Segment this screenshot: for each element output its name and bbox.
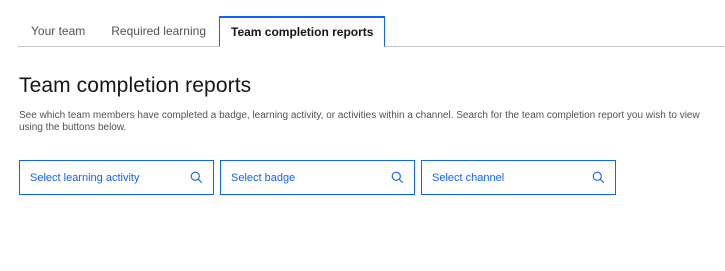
tab-bar: Your team Required learning Team complet… (18, 16, 725, 47)
search-icon (189, 171, 203, 185)
search-icon (390, 171, 404, 185)
team-completion-reports-page: Your team Required learning Team complet… (0, 0, 725, 271)
tab-your-team[interactable]: Your team (18, 16, 98, 46)
tab-team-completion-reports[interactable]: Team completion reports (219, 16, 386, 47)
report-selectors: Select learning activity Select badge Se… (19, 160, 616, 195)
page-title: Team completion reports (19, 74, 252, 97)
select-badge-label: Select badge (231, 171, 296, 184)
select-badge-button[interactable]: Select badge (220, 160, 415, 195)
select-learning-activity-label: Select learning activity (30, 171, 140, 184)
search-icon (591, 171, 605, 185)
tab-required-learning[interactable]: Required learning (98, 16, 219, 46)
select-channel-label: Select channel (432, 171, 505, 184)
select-learning-activity-button[interactable]: Select learning activity (19, 160, 214, 195)
select-channel-button[interactable]: Select channel (421, 160, 616, 195)
page-description: See which team members have completed a … (19, 110, 700, 133)
